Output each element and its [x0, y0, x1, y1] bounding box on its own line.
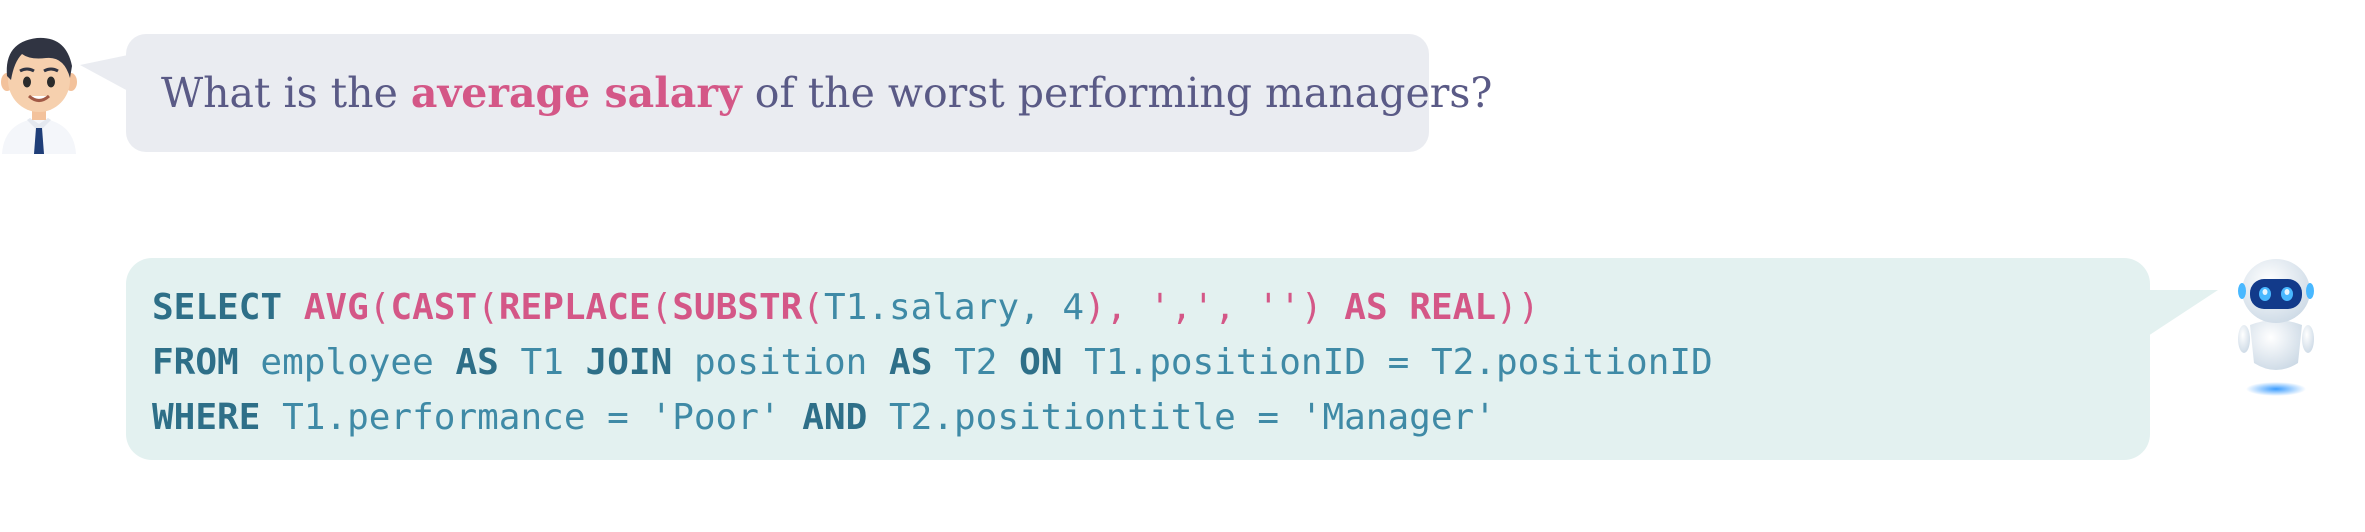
- question-bubble-tail: [80, 55, 128, 91]
- question-bubble: What is the average salary of the worst …: [126, 34, 1492, 152]
- answer-bubble-tail: [2148, 290, 2218, 336]
- user-avatar-icon: [0, 36, 78, 154]
- question-highlight: average salary: [410, 69, 742, 117]
- sql-line-3: WHERE T1.performance = 'Poor' AND T2.pos…: [152, 397, 1496, 438]
- sql-line-2: FROM employee AS T1 JOIN position AS T2 …: [152, 342, 1713, 383]
- robot-avatar-icon: [2236, 253, 2316, 401]
- sql-answer-bubble: SELECT AVG(CAST(REPLACE(SUBSTR(T1.salary…: [126, 258, 2150, 460]
- question-text: What is the average salary of the worst …: [161, 69, 1493, 117]
- sql-line-1: SELECT AVG(CAST(REPLACE(SUBSTR(T1.salary…: [152, 287, 1540, 328]
